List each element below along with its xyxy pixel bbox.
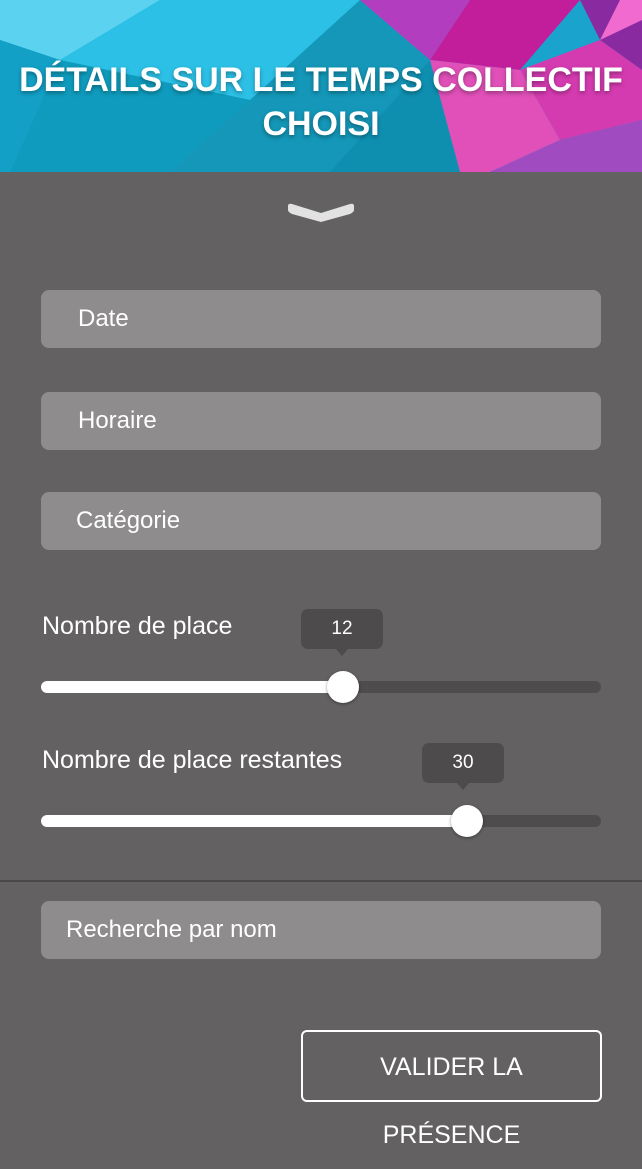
page-title-line-1: DÉTAILS SUR LE TEMPS COLLECTIF — [19, 61, 623, 99]
nombre-de-place-slider-thumb[interactable] — [327, 671, 359, 703]
page-title: DÉTAILS SUR LE TEMPS COLLECTIF CHOISI — [0, 58, 642, 146]
nombre-de-place-slider-track[interactable] — [41, 681, 601, 693]
nombre-de-place-label: Nombre de place — [42, 612, 233, 640]
search-by-name-placeholder: Recherche par nom — [66, 916, 277, 943]
nombre-de-place-restantes-slider-track[interactable] — [41, 815, 601, 827]
nombre-de-place-value-tooltip: 12 — [301, 609, 383, 656]
categorie-field-placeholder: Catégorie — [76, 507, 181, 534]
nombre-de-place-restantes-slider-thumb[interactable] — [451, 805, 483, 837]
categorie-field[interactable]: Catégorie — [41, 492, 601, 550]
section-divider — [0, 880, 642, 882]
horaire-field-placeholder: Horaire — [78, 407, 157, 434]
nombre-de-place-slider-fill — [41, 681, 343, 693]
validate-presence-button[interactable]: VALIDER LA PRÉSENCE — [301, 1030, 602, 1149]
chevron-down-icon[interactable] — [282, 198, 360, 228]
horaire-field[interactable]: Horaire — [41, 392, 601, 450]
page-title-line-2: CHOISI — [262, 105, 380, 143]
nombre-de-place-restantes-value-tooltip: 30 — [422, 743, 504, 790]
date-field-placeholder: Date — [78, 305, 129, 332]
nombre-de-place-restantes-label: Nombre de place restantes — [42, 746, 343, 774]
date-field[interactable]: Date — [41, 290, 601, 348]
search-by-name-input[interactable]: Recherche par nom — [41, 901, 601, 959]
nombre-de-place-restantes-slider-fill — [41, 815, 467, 827]
header-banner: DÉTAILS SUR LE TEMPS COLLECTIF CHOISI — [0, 0, 642, 172]
